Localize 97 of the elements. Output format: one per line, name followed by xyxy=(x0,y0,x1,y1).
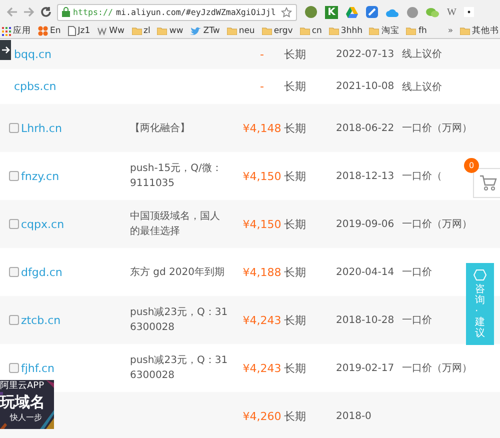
arrow-button[interactable] xyxy=(0,40,11,60)
term: 长期 xyxy=(284,266,306,278)
price: ¥4,150 xyxy=(242,170,282,182)
bookmark[interactable]: 应用 xyxy=(2,25,31,37)
price-type: 一口价（万网） xyxy=(402,123,472,134)
extension-icon[interactable]: K xyxy=(325,6,338,18)
bookmark[interactable]: neu xyxy=(226,26,255,36)
price-type: 一口价（万网） xyxy=(402,363,472,374)
note-text: 【两化融合】 xyxy=(130,122,190,134)
term: 长期 xyxy=(284,80,306,93)
bookmark[interactable]: ergv xyxy=(262,26,293,36)
chat-icon[interactable] xyxy=(426,6,439,18)
price: ¥4,243 xyxy=(242,314,282,326)
term: 长期 xyxy=(284,314,306,326)
price-type: 一口价 xyxy=(402,315,432,326)
term: 长期 xyxy=(284,48,306,60)
term: 长期 xyxy=(284,170,306,182)
price-type: 一口价 xyxy=(402,267,432,278)
cart-icon xyxy=(479,175,497,191)
url-scheme: https:// xyxy=(73,7,113,17)
folder-icon xyxy=(132,27,142,35)
star-icon[interactable] xyxy=(281,6,292,18)
price-type: 一口价（万网） xyxy=(402,219,472,230)
folder-icon xyxy=(406,27,416,35)
banner-tagline: 快人一步 xyxy=(10,412,42,424)
bookmark[interactable]: Jz1 xyxy=(68,26,90,36)
cloud-icon[interactable] xyxy=(386,8,399,16)
folder-icon xyxy=(369,27,380,35)
note-text: push减23元，Q：31 6300028 xyxy=(130,307,228,333)
lock-icon xyxy=(62,7,70,17)
folder-icon xyxy=(300,27,310,35)
price: ¥4,260 xyxy=(242,410,282,422)
expiry-date: 2020-04-14 xyxy=(336,266,394,278)
hexagon-icon xyxy=(473,269,487,281)
bookmark[interactable]: ZTw xyxy=(190,26,220,36)
bird-icon xyxy=(190,26,202,36)
price: ¥4,150 xyxy=(242,218,282,230)
dots-icon xyxy=(38,26,48,36)
checkbox[interactable] xyxy=(9,219,19,229)
extension-icon[interactable] xyxy=(464,7,474,17)
term: 长期 xyxy=(284,218,306,230)
note-text: 东方 gd 2020年到期 xyxy=(130,266,225,278)
term: 长期 xyxy=(284,410,306,422)
bookmark[interactable]: 3hhh xyxy=(328,26,362,36)
folder-icon xyxy=(262,27,272,35)
expiry-date: 2021-10-08 xyxy=(336,81,394,92)
back-icon[interactable] xyxy=(6,6,18,18)
expiry-date: 2022-07-13 xyxy=(336,48,394,60)
expiry-date: 2018-12-13 xyxy=(336,170,394,182)
checkbox[interactable] xyxy=(9,171,19,181)
price: - xyxy=(260,48,264,60)
page-icon xyxy=(68,26,76,36)
note-text: 中国顶级域名，国人 的最佳选择 xyxy=(130,211,220,237)
cart-count-badge: 0 xyxy=(464,158,479,173)
bookmark[interactable]: Ww xyxy=(97,26,125,36)
checkbox[interactable] xyxy=(9,363,19,373)
banner-title: 阿里云APP xyxy=(0,380,44,392)
url-text: mi.aliyun.com/#eyJzdWZmaXgiOiJjl xyxy=(116,7,276,17)
price: ¥4,188 xyxy=(242,266,282,278)
term: 长期 xyxy=(284,362,306,374)
price-type: 一口价（ xyxy=(402,171,442,182)
checkbox[interactable] xyxy=(9,267,19,277)
folder-icon xyxy=(460,27,470,35)
checkbox[interactable] xyxy=(9,315,19,325)
forward-icon[interactable] xyxy=(23,6,35,18)
price: ¥4,243 xyxy=(242,362,282,374)
bookmarks-overflow[interactable]: » xyxy=(448,26,454,36)
folder-icon xyxy=(157,27,168,35)
bookmark[interactable]: 其他书 xyxy=(460,25,500,37)
bookmark[interactable]: ww xyxy=(157,26,184,36)
price-type: 线上议价 xyxy=(402,49,442,60)
bookmark[interactable]: cn xyxy=(300,26,322,36)
apps-icon xyxy=(2,26,11,36)
price: - xyxy=(260,80,264,93)
expiry-date: 2019-02-17 xyxy=(336,362,394,374)
folder-icon xyxy=(328,27,339,35)
bookmark[interactable]: fh xyxy=(406,26,427,36)
note-text: push-15元，Q/微： 9111035 xyxy=(130,163,222,189)
price: ¥4,148 xyxy=(242,122,282,134)
bookmark[interactable]: 淘宝 xyxy=(369,25,400,37)
term: 长期 xyxy=(284,122,306,134)
expiry-date: 2019-09-06 xyxy=(336,218,394,230)
drive-icon[interactable] xyxy=(346,6,358,18)
w-icon xyxy=(97,26,108,36)
expiry-date: 2018-10-28 xyxy=(336,314,394,326)
note-text: push减23元，Q：31 6300028 xyxy=(130,355,228,381)
bookmark[interactable]: En xyxy=(38,26,61,36)
address-bar[interactable]: https:// mi.aliyun.com/#eyJzdWZmaXgiOiJjl xyxy=(57,4,297,20)
reload-icon[interactable] xyxy=(40,6,52,18)
extension-icon[interactable]: W xyxy=(447,6,456,18)
folder-icon xyxy=(226,27,237,35)
price-type: 线上议价 xyxy=(402,82,442,92)
bookmark[interactable]: zl xyxy=(132,26,150,36)
checkbox[interactable] xyxy=(9,123,19,133)
cart-button[interactable] xyxy=(473,168,500,198)
expiry-date: 2018-06-22 xyxy=(336,122,394,134)
expiry-date: 2018-0 xyxy=(336,410,372,422)
